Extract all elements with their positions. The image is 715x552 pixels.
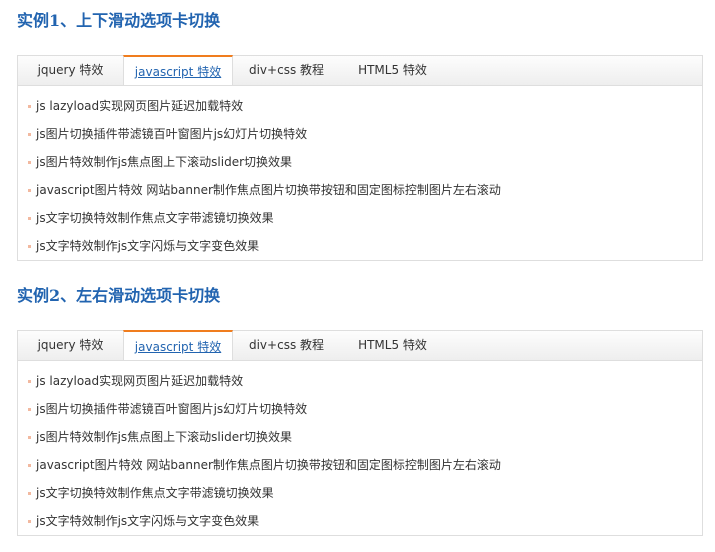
example-1-title: 实例1、上下滑动选项卡切换 [17,11,221,30]
bullet-icon [28,217,31,220]
example-1-tab-divcss[interactable]: div+css 教程 [233,56,340,85]
example-2-title: 实例2、左右滑动选项卡切换 [17,286,221,305]
list-item[interactable]: js图片特效制作js焦点图上下滚动slider切换效果 [18,148,702,176]
tab-label: jquery 特效 [37,63,104,77]
list-item[interactable]: js文字特效制作js文字闪烁与文字变色效果 [18,507,702,535]
list-item[interactable]: js图片特效制作js焦点图上下滚动slider切换效果 [18,423,702,451]
list-item[interactable]: js图片切换插件带滤镜百叶窗图片js幻灯片切换特效 [18,120,702,148]
example-1-tab-bar: jquery 特效 javascript 特效 div+css 教程 HTML5… [18,55,702,86]
bullet-icon [28,133,31,136]
bullet-icon [28,161,31,164]
tab-label: div+css 教程 [248,63,325,77]
list-item-link[interactable]: js文字切换特效制作焦点文字带滤镜切换效果 [36,211,274,225]
list-item-link[interactable]: javascript图片特效 网站banner制作焦点图片切换带按钮和固定图标控… [36,458,501,472]
bullet-icon [28,492,31,495]
list-item-link[interactable]: js图片切换插件带滤镜百叶窗图片js幻灯片切换特效 [36,127,307,141]
list-item[interactable]: js图片切换插件带滤镜百叶窗图片js幻灯片切换特效 [18,395,702,423]
list-item-link[interactable]: js文字特效制作js文字闪烁与文字变色效果 [36,239,259,253]
example-2-tab-jquery[interactable]: jquery 特效 [18,331,123,360]
bullet-icon [28,380,31,383]
list-item-link[interactable]: js图片特效制作js焦点图上下滚动slider切换效果 [36,155,292,169]
example-2-tab-bar: jquery 特效 javascript 特效 div+css 教程 HTML5… [18,330,702,361]
tab-label: div+css 教程 [248,338,325,352]
bullet-icon [28,408,31,411]
bullet-icon [28,105,31,108]
example-1-tab-jquery[interactable]: jquery 特效 [18,56,123,85]
example-1-tab-html5[interactable]: HTML5 特效 [340,56,445,85]
example-2-article-list: js lazyload实现网页图片延迟加载特效 js图片切换插件带滤镜百叶窗图片… [18,361,702,535]
tab-label: javascript 特效 [134,65,222,79]
list-item[interactable]: js文字切换特效制作焦点文字带滤镜切换效果 [18,204,702,232]
list-item[interactable]: js lazyload实现网页图片延迟加载特效 [18,367,702,395]
example-1-tab-panel: jquery 特效 javascript 特效 div+css 教程 HTML5… [17,55,703,261]
list-item-link[interactable]: js图片特效制作js焦点图上下滚动slider切换效果 [36,430,292,444]
list-item-link[interactable]: js文字切换特效制作焦点文字带滤镜切换效果 [36,486,274,500]
example-2-tab-javascript[interactable]: javascript 特效 [123,330,233,360]
list-item-link[interactable]: js文字特效制作js文字闪烁与文字变色效果 [36,514,259,528]
list-item[interactable]: js lazyload实现网页图片延迟加载特效 [18,92,702,120]
list-item-link[interactable]: js lazyload实现网页图片延迟加载特效 [36,374,243,388]
tab-label: HTML5 特效 [358,63,427,77]
bullet-icon [28,189,31,192]
example-1-tab-javascript[interactable]: javascript 特效 [123,55,233,85]
example-2-tab-panel: jquery 特效 javascript 特效 div+css 教程 HTML5… [17,330,703,536]
tab-label: jquery 特效 [37,338,104,352]
list-item-link[interactable]: javascript图片特效 网站banner制作焦点图片切换带按钮和固定图标控… [36,183,501,197]
list-item[interactable]: javascript图片特效 网站banner制作焦点图片切换带按钮和固定图标控… [18,176,702,204]
example-2-tab-html5[interactable]: HTML5 特效 [340,331,445,360]
bullet-icon [28,464,31,467]
example-1-article-list: js lazyload实现网页图片延迟加载特效 js图片切换插件带滤镜百叶窗图片… [18,86,702,260]
bullet-icon [28,245,31,248]
bullet-icon [28,436,31,439]
tab-label: javascript 特效 [134,340,222,354]
list-item-link[interactable]: js图片切换插件带滤镜百叶窗图片js幻灯片切换特效 [36,402,307,416]
tab-label: HTML5 特效 [358,338,427,352]
example-2-tab-divcss[interactable]: div+css 教程 [233,331,340,360]
bullet-icon [28,520,31,523]
list-item[interactable]: js文字特效制作js文字闪烁与文字变色效果 [18,232,702,260]
list-item-link[interactable]: js lazyload实现网页图片延迟加载特效 [36,99,243,113]
list-item[interactable]: javascript图片特效 网站banner制作焦点图片切换带按钮和固定图标控… [18,451,702,479]
list-item[interactable]: js文字切换特效制作焦点文字带滤镜切换效果 [18,479,702,507]
